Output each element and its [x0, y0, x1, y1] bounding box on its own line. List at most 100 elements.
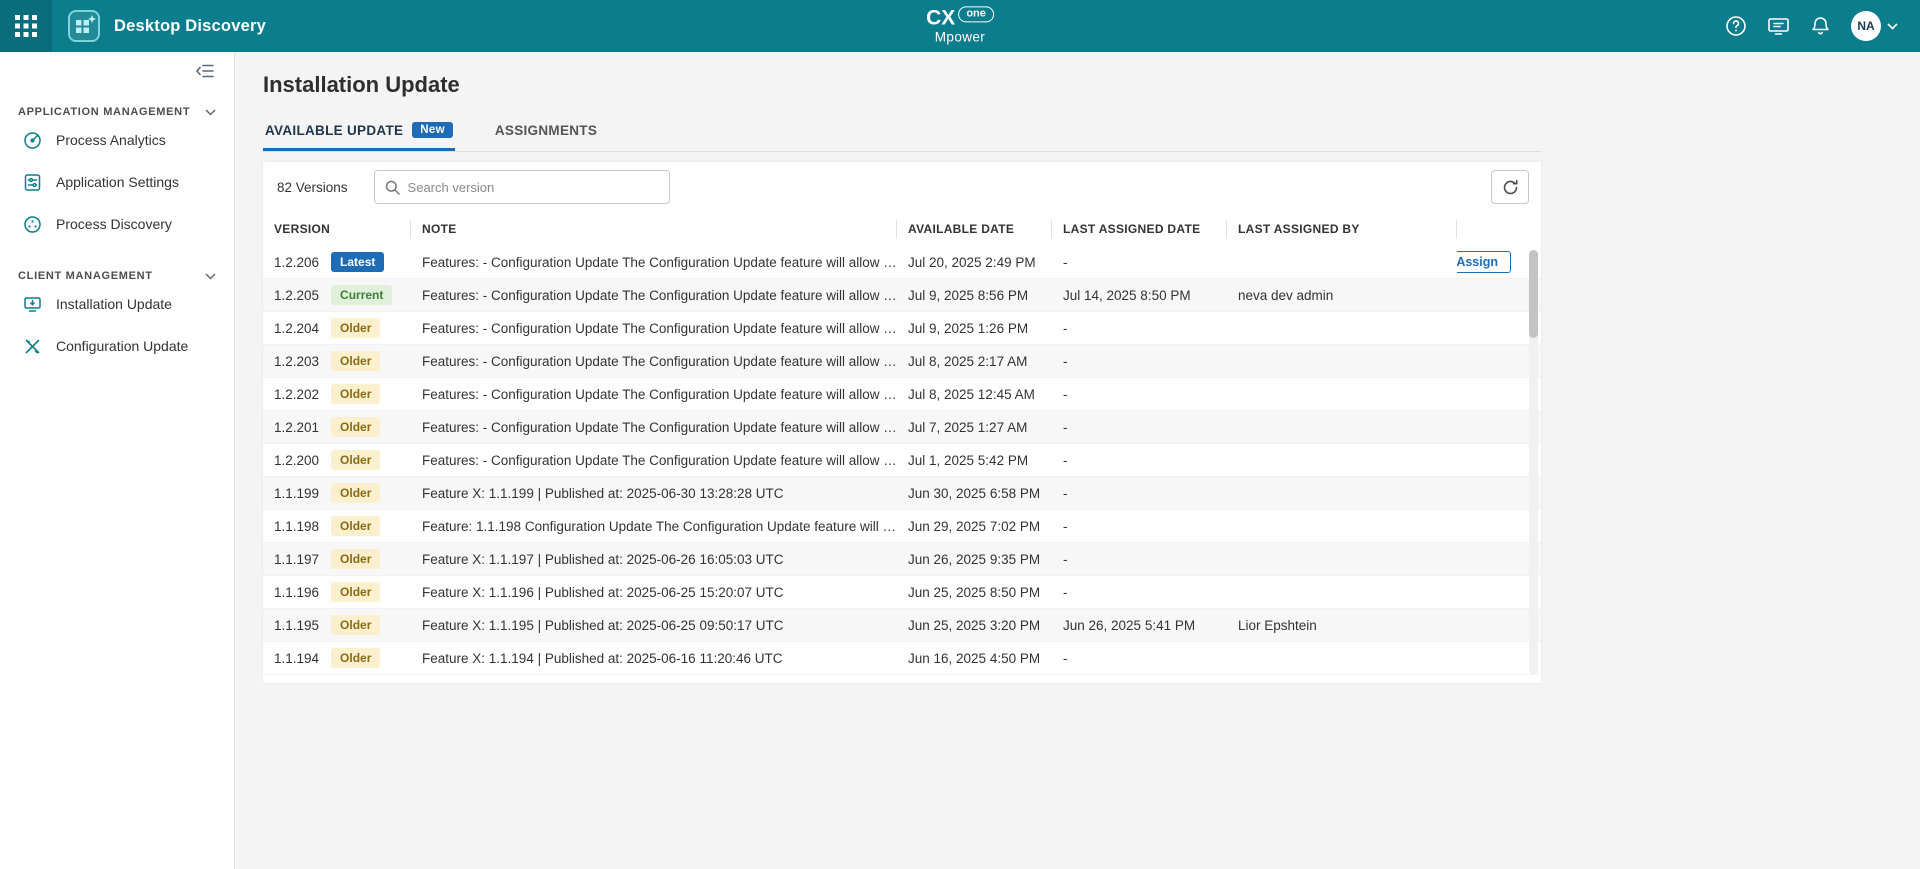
chevron-down-icon [205, 273, 216, 280]
sidebar-item-application-settings[interactable]: Application Settings [0, 162, 234, 202]
configuration-update-icon [22, 337, 42, 356]
version-number: 1.2.203 [274, 354, 319, 369]
note-cell: Feature X: 1.1.196 | Published at: 2025-… [411, 585, 897, 600]
version-status-badge: Older [331, 351, 380, 371]
version-status-badge: Older [331, 516, 380, 536]
help-icon[interactable] [1725, 15, 1747, 37]
search-box[interactable] [374, 170, 670, 204]
note-cell: Features: - Configuration Update The Con… [411, 354, 897, 369]
table-row[interactable]: 1.1.195 Older Feature X: 1.1.195 | Publi… [263, 609, 1541, 642]
version-status-badge: Current [331, 285, 392, 305]
sidebar-item-label: Process Discovery [56, 216, 172, 232]
cxone-mpower-logo: CX one Mpower [926, 7, 994, 44]
process-discovery-icon [22, 215, 42, 234]
available-date-cell: Jul 9, 2025 8:56 PM [897, 288, 1052, 303]
version-status-badge: Older [331, 417, 380, 437]
last-assigned-date-cell: - [1052, 420, 1227, 435]
refresh-button[interactable] [1491, 170, 1529, 204]
version-number: 1.2.205 [274, 288, 319, 303]
versions-card: 82 Versions VERSION NOTE AVAILABLE DATE … [263, 162, 1541, 683]
table-row[interactable]: 1.2.204 Older Features: - Configuration … [263, 312, 1541, 345]
available-date-cell: Jul 9, 2025 1:26 PM [897, 321, 1052, 336]
logo-one-bubble: one [958, 7, 994, 23]
process-analytics-icon [22, 131, 42, 150]
note-cell: Features: - Configuration Update The Con… [411, 321, 897, 336]
last-assigned-date-cell: - [1052, 255, 1227, 270]
last-assigned-by-cell: neva dev admin [1227, 288, 1457, 303]
note-cell: Feature: 1.1.198 Configuration Update Th… [411, 519, 897, 534]
last-assigned-date-cell: - [1052, 486, 1227, 501]
note-cell: Features: - Configuration Update The Con… [411, 453, 897, 468]
version-status-badge: Older [331, 648, 380, 668]
note-cell: Features: - Configuration Update The Con… [411, 420, 897, 435]
last-assigned-date-cell: - [1052, 354, 1227, 369]
available-date-cell: Jul 1, 2025 5:42 PM [897, 453, 1052, 468]
sidebar-section-client-management[interactable]: CLIENT MANAGEMENT [0, 270, 234, 282]
screen-share-icon[interactable] [1767, 15, 1790, 37]
column-header-note[interactable]: NOTE [411, 220, 897, 238]
version-status-badge: Older [331, 483, 380, 503]
table-row[interactable]: 1.1.194 Older Feature X: 1.1.194 | Publi… [263, 642, 1541, 675]
table-header: VERSION NOTE AVAILABLE DATE LAST ASSIGNE… [263, 212, 1541, 246]
search-input[interactable] [408, 180, 659, 195]
chevron-down-icon [1887, 23, 1898, 30]
note-cell: Features: - Configuration Update The Con… [411, 387, 897, 402]
table-row[interactable]: 1.2.201 Older Features: - Configuration … [263, 411, 1541, 444]
collapse-sidebar-icon[interactable] [194, 62, 216, 80]
versions-count: 82 Versions [277, 180, 348, 195]
user-menu[interactable]: NA [1851, 11, 1898, 41]
available-date-cell: Jul 7, 2025 1:27 AM [897, 420, 1052, 435]
user-avatar[interactable]: NA [1851, 11, 1881, 41]
table-row[interactable]: 1.1.198 Older Feature: 1.1.198 Configura… [263, 510, 1541, 543]
table-row[interactable]: 1.2.202 Older Features: - Configuration … [263, 378, 1541, 411]
version-number: 1.1.199 [274, 486, 319, 501]
table-body: 1.2.206 Latest Features: - Configuration… [263, 246, 1541, 675]
version-number: 1.2.204 [274, 321, 319, 336]
search-icon [385, 180, 400, 195]
note-cell: Feature X: 1.1.197 | Published at: 2025-… [411, 552, 897, 567]
assign-button[interactable]: Assign [1457, 251, 1511, 273]
column-header-version[interactable]: VERSION [263, 220, 411, 238]
app-title: Desktop Discovery [114, 17, 266, 36]
vertical-scrollbar[interactable] [1529, 250, 1538, 675]
scrollbar-thumb[interactable] [1529, 250, 1538, 338]
last-assigned-date-cell: Jun 26, 2025 5:41 PM [1052, 618, 1227, 633]
table-row[interactable]: 1.2.206 Latest Features: - Configuration… [263, 246, 1541, 279]
sidebar-item-installation-update[interactable]: Installation Update [0, 284, 234, 324]
table-row[interactable]: 1.2.205 Current Features: - Configuratio… [263, 279, 1541, 312]
table-row[interactable]: 1.1.199 Older Feature X: 1.1.199 | Publi… [263, 477, 1541, 510]
available-date-cell: Jun 16, 2025 4:50 PM [897, 651, 1052, 666]
column-header-last-assigned-by[interactable]: LAST ASSIGNED BY [1227, 220, 1457, 238]
last-assigned-date-cell: - [1052, 585, 1227, 600]
logo-mpower: Mpower [926, 30, 994, 44]
desktop-discovery-app-icon [66, 8, 102, 44]
available-date-cell: Jun 26, 2025 9:35 PM [897, 552, 1052, 567]
sidebar-item-process-discovery[interactable]: Process Discovery [0, 204, 234, 244]
section-label: APPLICATION MANAGEMENT [18, 106, 190, 118]
version-status-badge: Older [331, 615, 380, 635]
tab-assignments[interactable]: ASSIGNMENTS [493, 122, 599, 151]
sidebar-item-process-analytics[interactable]: Process Analytics [0, 120, 234, 160]
table-row[interactable]: 1.2.200 Older Features: - Configuration … [263, 444, 1541, 477]
notifications-bell-icon[interactable] [1810, 15, 1831, 37]
app-launcher-icon[interactable] [0, 0, 52, 52]
table-toolbar: 82 Versions [263, 162, 1541, 212]
sidebar-section-application-management[interactable]: APPLICATION MANAGEMENT [0, 106, 234, 118]
tab-label: ASSIGNMENTS [495, 123, 597, 138]
top-bar: Desktop Discovery CX one Mpower [0, 0, 1920, 52]
last-assigned-by-cell: Lior Epshtein [1227, 618, 1457, 633]
column-header-last-assigned-date[interactable]: LAST ASSIGNED DATE [1052, 220, 1227, 238]
available-date-cell: Jul 20, 2025 2:49 PM [897, 255, 1052, 270]
section-label: CLIENT MANAGEMENT [18, 270, 153, 282]
sidebar: APPLICATION MANAGEMENT Process Analytics… [0, 52, 235, 869]
tab-available-update[interactable]: AVAILABLE UPDATE New [263, 122, 455, 151]
table-row[interactable]: 1.1.197 Older Feature X: 1.1.197 | Publi… [263, 543, 1541, 576]
sidebar-item-configuration-update[interactable]: Configuration Update [0, 326, 234, 366]
page-title: Installation Update [263, 72, 1920, 98]
version-number: 1.2.206 [274, 255, 319, 270]
version-status-badge: Older [331, 450, 380, 470]
refresh-icon [1502, 179, 1519, 196]
table-row[interactable]: 1.1.196 Older Feature X: 1.1.196 | Publi… [263, 576, 1541, 609]
column-header-available-date[interactable]: AVAILABLE DATE [897, 220, 1052, 238]
table-row[interactable]: 1.2.203 Older Features: - Configuration … [263, 345, 1541, 378]
